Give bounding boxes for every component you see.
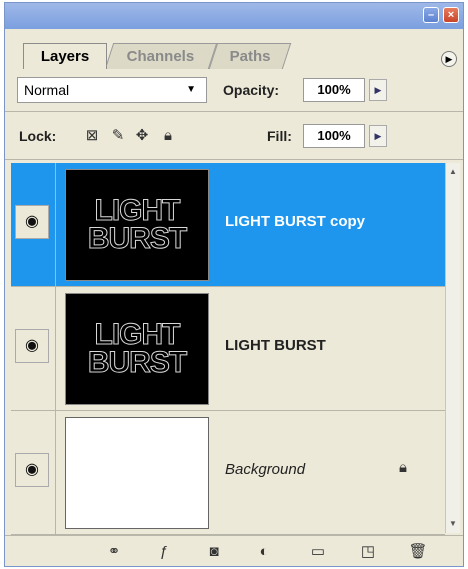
thumbnail-line-2: BURST	[87, 346, 187, 379]
divider	[55, 411, 56, 535]
panel-footer: ⚭ ƒ ◙ ◐ ▭ ◳ 🗑︎	[5, 535, 463, 566]
layer-thumbnail: LIGHT BURST	[65, 293, 209, 405]
layer-name[interactable]: LIGHT BURST copy	[225, 213, 365, 230]
opacity-slider-icon[interactable]: ▶	[369, 79, 387, 101]
divider	[5, 111, 463, 112]
thumbnail-line-1: LIGHT	[94, 318, 181, 351]
panel-menu-icon[interactable]: ▶	[441, 51, 457, 67]
adjustment-icon[interactable]: ◐	[251, 542, 277, 562]
lock-all-icon[interactable]: 🔒︎	[159, 127, 177, 145]
blend-mode-select[interactable]: Normal ▼	[17, 77, 207, 103]
new-layer-icon[interactable]: ◳	[355, 542, 381, 562]
divider	[55, 287, 56, 411]
close-icon[interactable]: ×	[443, 7, 459, 23]
blend-mode-value: Normal	[24, 82, 70, 98]
folder-icon[interactable]: ▭	[305, 542, 331, 562]
lock-label: Lock:	[19, 128, 57, 144]
fx-icon[interactable]: ƒ	[151, 542, 177, 562]
minimize-icon[interactable]: –	[423, 7, 439, 23]
tab-paths-label: Paths	[229, 48, 271, 65]
lock-transparency-icon[interactable]: ⊠	[83, 127, 101, 145]
panel-tabs: Paths Channels Layers ▶	[5, 29, 463, 69]
fill-slider-icon[interactable]: ▶	[369, 125, 387, 147]
eye-icon[interactable]: ◉	[15, 205, 49, 239]
tab-paths[interactable]: Paths	[208, 43, 292, 69]
layers-panel: – × Paths Channels Layers ▶ Normal ▼ Opa…	[4, 2, 464, 567]
lock-row: Lock: ⊠ ✎ ✥ 🔒︎ Fill: 100% ▶	[5, 119, 463, 155]
eye-icon[interactable]: ◉	[15, 453, 49, 487]
eye-icon[interactable]: ◉	[15, 329, 49, 363]
thumbnail-line-2: BURST	[87, 222, 187, 255]
thumbnail-line-1: LIGHT	[94, 194, 181, 227]
fill-field[interactable]: 100%	[303, 124, 365, 148]
thumbnail-text: LIGHT BURST	[87, 318, 187, 379]
blend-row: Normal ▼ Opacity: 100% ▶	[5, 73, 463, 107]
opacity-label: Opacity:	[223, 82, 280, 98]
tab-channels-label: Channels	[126, 48, 195, 65]
scroll-up-icon[interactable]: ▲	[446, 165, 460, 179]
panel-titlebar: – ×	[5, 3, 463, 29]
layer-row[interactable]: ◉ LIGHT BURST LIGHT BURST copy	[11, 163, 445, 287]
chevron-down-icon: ▼	[186, 84, 196, 95]
layer-row[interactable]: ◉ LIGHT BURST LIGHT BURST	[11, 287, 445, 411]
layer-name[interactable]: LIGHT BURST	[225, 337, 326, 354]
opacity-field[interactable]: 100%	[303, 78, 365, 102]
layer-row[interactable]: ◉ Background 🔒︎	[11, 411, 445, 535]
mask-icon[interactable]: ◙	[201, 542, 227, 562]
lock-brush-icon[interactable]: ✎	[109, 127, 127, 145]
divider	[5, 159, 463, 160]
trash-icon[interactable]: 🗑︎	[405, 542, 431, 562]
link-icon[interactable]: ⚭	[101, 542, 127, 562]
lock-move-icon[interactable]: ✥	[133, 127, 151, 145]
lock-icon: 🔒︎	[399, 459, 407, 476]
layer-thumbnail	[65, 417, 209, 529]
scroll-down-icon[interactable]: ▼	[446, 517, 460, 531]
tab-channels[interactable]: Channels	[104, 43, 218, 69]
layers-list: ◉ LIGHT BURST LIGHT BURST copy ◉ LIGHT B…	[11, 163, 445, 535]
thumbnail-text: LIGHT BURST	[87, 194, 187, 255]
layers-scrollbar[interactable]: ▲ ▼	[445, 163, 460, 533]
layer-name[interactable]: Background	[225, 461, 305, 478]
fill-label: Fill:	[267, 128, 292, 144]
tab-layers[interactable]: Layers	[23, 43, 107, 69]
layer-thumbnail: LIGHT BURST	[65, 169, 209, 281]
divider	[55, 163, 56, 287]
